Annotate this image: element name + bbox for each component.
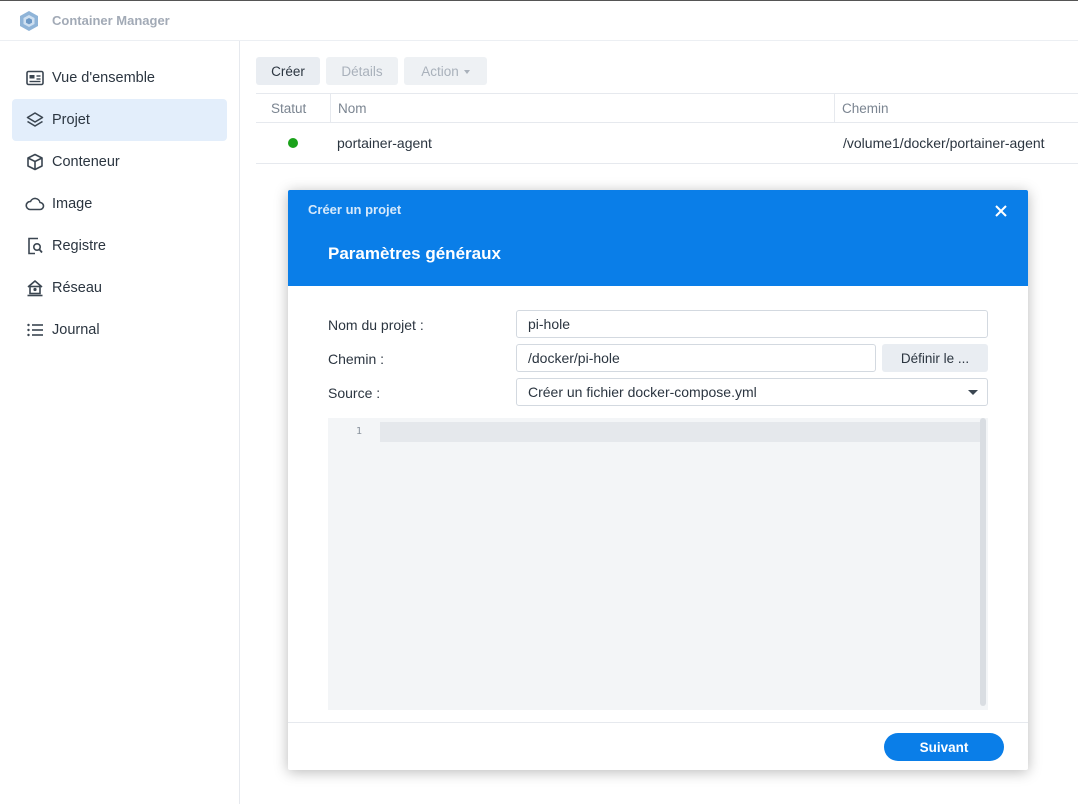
dialog-title: Créer un projet [308, 202, 402, 217]
dialog-footer: Suivant [288, 722, 1028, 770]
source-select[interactable]: Créer un fichier docker-compose.yml [516, 378, 988, 406]
sidebar-item-overview[interactable]: Vue d'ensemble [12, 57, 227, 99]
sidebar-item-label: Image [52, 196, 93, 212]
project-name-label: Nom du projet : [328, 317, 424, 333]
source-select-value: Créer un fichier docker-compose.yml [528, 384, 757, 400]
line-number: 1 [356, 426, 363, 437]
sidebar-item-label: Registre [52, 238, 106, 254]
chevron-down-icon [968, 390, 978, 395]
list-icon [25, 320, 45, 340]
action-button-label: Action [421, 63, 459, 79]
dialog-subtitle: Paramètres généraux [328, 244, 501, 263]
create-project-dialog: Créer un projet Paramètres généraux Nom … [288, 190, 1028, 770]
details-button[interactable]: Détails [326, 57, 398, 85]
sidebar-item-label: Vue d'ensemble [52, 70, 155, 86]
close-icon[interactable] [990, 200, 1012, 222]
dialog-header: Créer un projet Paramètres généraux [288, 190, 1028, 286]
sidebar-item-label: Journal [52, 322, 100, 338]
layers-icon [25, 110, 45, 130]
app-title: Container Manager [52, 13, 170, 28]
sidebar-item-image[interactable]: Image [12, 183, 227, 225]
project-name-input[interactable] [516, 310, 988, 338]
source-label: Source : [328, 385, 381, 401]
compose-editor[interactable]: 1 [328, 418, 988, 710]
sidebar-item-registry[interactable]: Registre [12, 225, 227, 267]
sidebar-item-network[interactable]: Réseau [12, 267, 227, 309]
caret-down-icon [463, 69, 470, 74]
network-house-icon [25, 278, 45, 298]
sidebar-item-label: Projet [52, 112, 90, 128]
action-button[interactable]: Action [404, 57, 487, 85]
registry-search-icon [25, 236, 45, 256]
sidebar-item-project[interactable]: Projet [12, 99, 227, 141]
sidebar-item-journal[interactable]: Journal [12, 309, 227, 351]
table-row[interactable]: portainer-agent /volume1/docker/portaine… [256, 123, 1078, 164]
next-button[interactable]: Suivant [884, 733, 1004, 761]
path-input[interactable] [516, 344, 876, 372]
sidebar-item-label: Conteneur [52, 154, 120, 170]
container-manager-icon [18, 10, 40, 32]
project-path-cell: /volume1/docker/portainer-agent [843, 135, 1045, 151]
editor-scrollbar[interactable] [980, 418, 986, 706]
cube-icon [25, 152, 45, 172]
sidebar-item-container[interactable]: Conteneur [12, 141, 227, 183]
overview-icon [25, 68, 45, 88]
table-header: Statut Nom Chemin [256, 93, 1078, 123]
project-name-cell: portainer-agent [337, 135, 432, 151]
cloud-icon [25, 194, 45, 214]
column-header-name[interactable]: Nom [330, 94, 367, 123]
path-label: Chemin : [328, 351, 385, 367]
status-running-icon [288, 138, 298, 148]
set-path-button[interactable]: Définir le ... [882, 344, 988, 372]
create-button[interactable]: Créer [256, 57, 320, 85]
sidebar-item-label: Réseau [52, 280, 102, 296]
editor-active-line[interactable] [380, 422, 984, 442]
sidebar: Vue d'ensemble Projet Conteneur Image Re… [0, 41, 240, 804]
window-titlebar: Container Manager [0, 0, 1078, 41]
column-header-path[interactable]: Chemin [834, 94, 889, 123]
column-header-status[interactable]: Statut [264, 94, 306, 123]
